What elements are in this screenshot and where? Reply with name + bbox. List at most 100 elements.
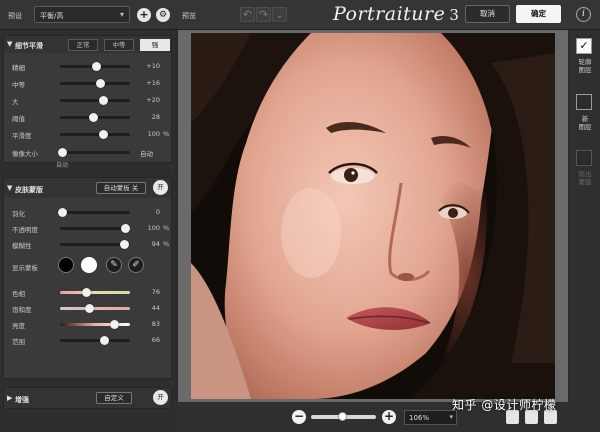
slider-knob[interactable] xyxy=(119,240,129,249)
slider-knob[interactable] xyxy=(82,288,92,297)
radius-min-label: 自动 xyxy=(56,162,69,169)
slider-knob[interactable] xyxy=(89,113,99,122)
slider-row: 阈值 28 xyxy=(4,111,171,123)
slider-knob[interactable] xyxy=(91,62,101,71)
eyedropper-icon[interactable]: ✎ xyxy=(106,257,122,273)
layer-options-rail: ✓ 轮廓 图层 新 图层 现出 蒙版 xyxy=(570,30,600,402)
slider-label: 阈值 xyxy=(12,115,25,123)
new-layer-checkbox[interactable] xyxy=(576,94,592,110)
slider-track[interactable] xyxy=(60,62,130,71)
slider-label: 不透明度 xyxy=(12,226,38,234)
enhance-section: ▶ 增强 自定义 开 xyxy=(3,387,172,409)
slider-label: 平滑度 xyxy=(12,132,32,140)
show-mask-checkbox[interactable] xyxy=(576,150,592,166)
slider-track[interactable] xyxy=(58,208,130,217)
enhance-preset-select[interactable]: 自定义 xyxy=(96,392,132,404)
zoom-value: 106% xyxy=(409,414,430,422)
slider-row: 大 +20 xyxy=(4,94,171,106)
slider-value: 0 xyxy=(155,208,160,216)
cancel-button[interactable]: 取消 xyxy=(465,5,510,23)
zoom-slider[interactable] xyxy=(311,412,376,421)
zoom-out-button[interactable]: − xyxy=(292,410,306,424)
slider-value: 83 xyxy=(151,320,160,328)
slider-knob[interactable] xyxy=(100,336,110,345)
radius-right-label: 自动 xyxy=(140,150,153,158)
slider-label: 像像大小 xyxy=(12,150,38,158)
settings-gear-icon[interactable]: ⚙ xyxy=(156,8,170,22)
slider-track[interactable] xyxy=(60,96,130,105)
slider-knob[interactable] xyxy=(121,224,131,233)
slider-row: 平滑度 100% xyxy=(4,128,171,140)
slider-knob[interactable] xyxy=(58,148,68,157)
rail-label: 现出 蒙版 xyxy=(578,170,592,186)
enhance-header[interactable]: ▶ 增强 自定义 开 xyxy=(4,388,171,408)
zoom-dropdown[interactable]: 106% ▾ xyxy=(404,410,457,425)
slider-value: 44 xyxy=(151,304,160,312)
settings-panel: ▼ 细节平滑 正常 中等 强 精细 +10 中等 +16 大 +20 阈值 28 平滑度 100%… xyxy=(0,30,175,432)
slider-track[interactable] xyxy=(60,113,130,122)
mask-white-swatch[interactable] xyxy=(81,257,97,273)
slider-value: 94 xyxy=(151,240,160,248)
slider-knob[interactable] xyxy=(84,304,94,313)
portrait-illustration xyxy=(191,33,555,399)
slider-value: 76 xyxy=(151,288,160,296)
slider-row: 亮度 83 xyxy=(4,318,171,330)
slider-label: 羽化 xyxy=(12,210,25,218)
caret-right-icon: ▶ xyxy=(7,394,13,402)
slider-track[interactable] xyxy=(60,336,130,345)
info-icon[interactable]: i xyxy=(576,7,591,22)
slider-knob[interactable] xyxy=(110,320,120,329)
enhance-toggle[interactable]: 开 xyxy=(153,390,168,405)
slider-value: 28 xyxy=(151,113,160,121)
zoom-slider-knob[interactable] xyxy=(337,412,347,421)
detail-smoothing-header[interactable]: ▼ 细节平滑 正常 中等 强 xyxy=(4,36,171,53)
slider-track[interactable] xyxy=(60,79,130,88)
add-preset-button[interactable]: + xyxy=(137,8,151,22)
level-normal-button[interactable]: 正常 xyxy=(68,39,98,51)
chevron-down-icon[interactable]: ⌄ xyxy=(272,7,287,22)
skin-mask-header[interactable]: ▼ 皮肤蒙版 自动蒙板 关 开 xyxy=(4,178,171,198)
slider-track[interactable] xyxy=(60,304,130,313)
ok-button[interactable]: 确定 xyxy=(516,5,561,23)
slider-knob[interactable] xyxy=(96,79,106,88)
slider-track[interactable] xyxy=(60,240,130,249)
slider-track[interactable] xyxy=(60,320,130,329)
slider-value: +10 xyxy=(146,62,160,70)
rail-label: 新 图层 xyxy=(578,115,592,131)
slider-knob[interactable] xyxy=(98,130,108,139)
slider-value: 100 xyxy=(147,224,160,232)
eyedropper-minus-icon[interactable]: ✐ xyxy=(128,257,144,273)
contour-layer-checkbox[interactable]: ✓ xyxy=(576,38,592,54)
skin-mask-section: ▼ 皮肤蒙版 自动蒙板 关 开 羽化 0 不透明度 100% 模糊性 94% 显示蒙板 ✎… xyxy=(3,177,172,379)
level-strong-button[interactable]: 强 xyxy=(140,39,170,51)
preview-canvas[interactable] xyxy=(178,30,568,402)
zoom-in-button[interactable]: + xyxy=(382,410,396,424)
preset-dropdown[interactable]: 平衡/高 ▾ xyxy=(34,6,130,23)
slider-label: 大 xyxy=(12,98,19,106)
slider-track[interactable] xyxy=(60,288,130,297)
portrait-preview-image[interactable] xyxy=(191,33,555,399)
slider-row: 色相 76 xyxy=(4,286,171,298)
preset-label: 预设 xyxy=(8,12,22,20)
level-medium-button[interactable]: 中等 xyxy=(104,39,134,51)
caret-down-icon: ▼ xyxy=(7,40,13,48)
contour-layer-label: 轮廓 图层 xyxy=(570,58,600,74)
redo-icon[interactable]: ↷ xyxy=(256,7,271,22)
section-title: 皮肤蒙版 xyxy=(15,186,43,194)
slider-value: 100 xyxy=(147,130,160,138)
slider-knob[interactable] xyxy=(58,208,68,217)
auto-mask-button[interactable]: 自动蒙板 关 xyxy=(96,182,146,194)
mask-black-swatch[interactable] xyxy=(58,257,74,273)
caret-down-icon: ▼ xyxy=(7,184,13,192)
radius-slider[interactable] xyxy=(58,148,130,157)
slider-track[interactable] xyxy=(60,224,131,233)
slider-unit: % xyxy=(163,240,170,248)
skin-mask-toggle[interactable]: 开 xyxy=(153,180,168,195)
slider-knob[interactable] xyxy=(98,96,108,105)
slider-track[interactable] xyxy=(60,130,130,139)
preview-label: 预览 xyxy=(182,12,196,20)
slider-unit: % xyxy=(163,224,170,232)
brand-version: 3 xyxy=(449,6,460,24)
slider-label: 亮度 xyxy=(12,322,25,330)
undo-icon[interactable]: ↶ xyxy=(240,7,255,22)
